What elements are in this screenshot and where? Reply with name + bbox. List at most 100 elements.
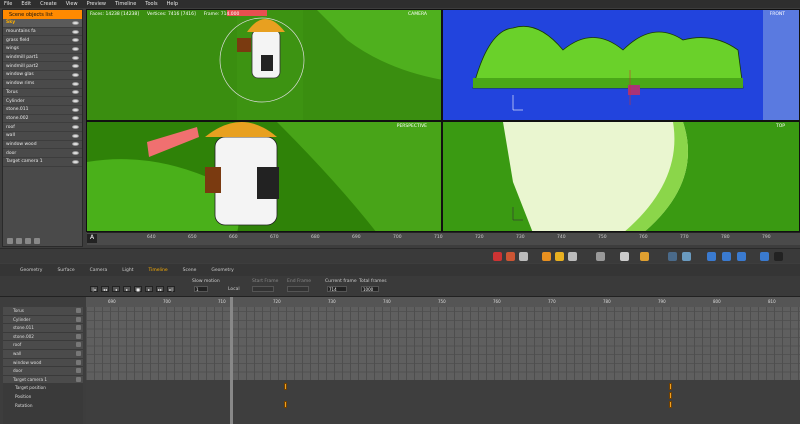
scene-object-item[interactable]: door [3,149,82,158]
lock-icon[interactable] [76,376,81,382]
lock-icon[interactable] [76,342,81,348]
visibility-eye-icon[interactable] [72,125,79,130]
local-toggle[interactable]: Local [228,287,240,292]
light-icon[interactable] [620,252,629,261]
menu-preview[interactable]: Preview [87,1,106,7]
scene-object-item[interactable]: Target camera 1 [3,158,82,167]
visibility-eye-icon[interactable] [72,38,79,43]
go-start-button[interactable]: |◂ [90,286,98,292]
visibility-eye-icon[interactable] [72,99,79,104]
lock-icon[interactable] [76,368,81,374]
scene-object-item[interactable]: wall [3,132,82,141]
keyframe[interactable] [284,401,287,408]
keyframe[interactable] [669,401,672,408]
play-button[interactable]: ▸ [123,286,131,292]
menu-help[interactable]: Help [167,1,178,7]
visibility-eye-icon[interactable] [72,142,79,147]
end-frame-field[interactable] [287,286,309,292]
menu-timeline[interactable]: Timeline [115,1,136,7]
visibility-eye-icon[interactable] [72,107,79,112]
rotate-tool-icon[interactable] [555,252,564,261]
timeline-track[interactable]: Target camera 1 [3,375,83,384]
slow-motion-field[interactable]: 1 [194,286,208,292]
timeline-track[interactable]: roof [3,341,83,349]
move-icon[interactable] [493,252,502,261]
top-view-icon[interactable] [737,252,746,261]
next-key-button[interactable]: ▸▸ [156,286,164,292]
visibility-eye-icon[interactable] [72,81,79,86]
menu-file[interactable]: File [4,1,12,7]
front-viewport[interactable]: FRONT [442,9,800,121]
scene-object-item[interactable]: roof [3,123,82,132]
render-icon[interactable] [640,252,649,261]
scene-object-item[interactable]: mountains fa [3,28,82,37]
group-object-icon[interactable] [25,238,31,244]
visibility-eye-icon[interactable] [72,133,79,138]
scale-icon[interactable] [519,252,528,261]
lock-icon[interactable] [76,325,81,331]
keyframe[interactable] [669,383,672,390]
tab-camera[interactable]: Camera [84,267,114,274]
menu-view[interactable]: View [66,1,78,7]
timeline-track[interactable]: Target position [3,384,83,392]
visibility-eye-icon[interactable] [72,64,79,69]
side-view-icon[interactable] [722,252,731,261]
go-end-button[interactable]: ▸| [167,286,175,292]
view-alt-icon[interactable] [682,252,691,261]
visibility-eye-icon[interactable] [72,159,79,164]
scene-object-item[interactable]: window wood [3,141,82,150]
camera-view-icon[interactable] [774,252,783,261]
timeline-key-area[interactable] [86,380,800,424]
scene-object-item[interactable]: windmill part1 [3,54,82,63]
visibility-eye-icon[interactable] [72,116,79,121]
prev-key-button[interactable]: ◂◂ [101,286,109,292]
visibility-eye-icon[interactable] [72,55,79,60]
snap-icon[interactable] [568,252,577,261]
timeline-track[interactable]: Torus [3,307,83,315]
timeline-track[interactable]: door [3,367,83,375]
move-tool-icon[interactable] [542,252,551,261]
visibility-eye-icon[interactable] [72,29,79,34]
tab-timeline[interactable]: Timeline [143,267,174,274]
current-frame-field[interactable]: 714 [327,286,347,292]
perspective-viewport[interactable]: PERSPECTIVE [86,121,442,232]
scene-object-item[interactable]: Sky [3,19,82,28]
timeline-playhead[interactable] [230,297,233,424]
start-frame-field[interactable] [252,286,274,292]
camera-viewport[interactable]: Faces: 14238 [14238] Vertices: 7416 [741… [86,9,442,121]
tab-geometry[interactable]: Geometry [205,267,239,274]
visibility-eye-icon[interactable] [72,46,79,51]
perspective-view-icon[interactable] [760,252,769,261]
timeline-track[interactable]: stone.011 [3,324,83,332]
timeline-track[interactable]: window wood [3,358,83,367]
menu-edit[interactable]: Edit [21,1,31,7]
visibility-eye-icon[interactable] [72,151,79,156]
rotate-icon[interactable] [506,252,515,261]
timeline-track[interactable]: Position [3,392,83,401]
add-object-icon[interactable] [7,238,13,244]
scene-object-item[interactable]: wings [3,45,82,54]
visibility-eye-icon[interactable] [72,90,79,95]
duplicate-object-icon[interactable] [16,238,22,244]
next-frame-button[interactable]: ▸ [145,286,153,292]
tab-light[interactable]: Light [116,267,139,274]
keyframe[interactable] [669,392,672,399]
scene-object-item[interactable]: grass field [3,36,82,46]
delete-object-icon[interactable] [34,238,40,244]
lock-icon[interactable] [76,359,81,365]
keyframe[interactable] [284,383,287,390]
text-tool-icon[interactable]: A [87,234,97,243]
timeline-track[interactable]: Cylinder [3,315,83,324]
viewport-frame-ruler[interactable]: 640 650 660 670 680 690 700 710 720 730 740 750 760 7… [87,232,800,245]
scene-object-item[interactable]: windmill part2 [3,62,82,72]
timeline-track[interactable]: stone.002 [3,332,83,341]
tab-geometry[interactable]: Geometry [14,267,48,274]
scene-object-item[interactable]: stone.011 [3,106,82,115]
lock-icon[interactable] [76,333,81,339]
lock-icon[interactable] [76,350,81,356]
lock-icon[interactable] [76,316,81,322]
tab-scene[interactable]: Scene [177,267,203,274]
timeline-track[interactable]: wall [3,349,83,358]
timeline-ruler[interactable]: 690 700 710 720 730 740 750 760 770 780 790 800 810 [86,297,800,307]
scene-object-item[interactable]: Cylinder [3,97,82,106]
